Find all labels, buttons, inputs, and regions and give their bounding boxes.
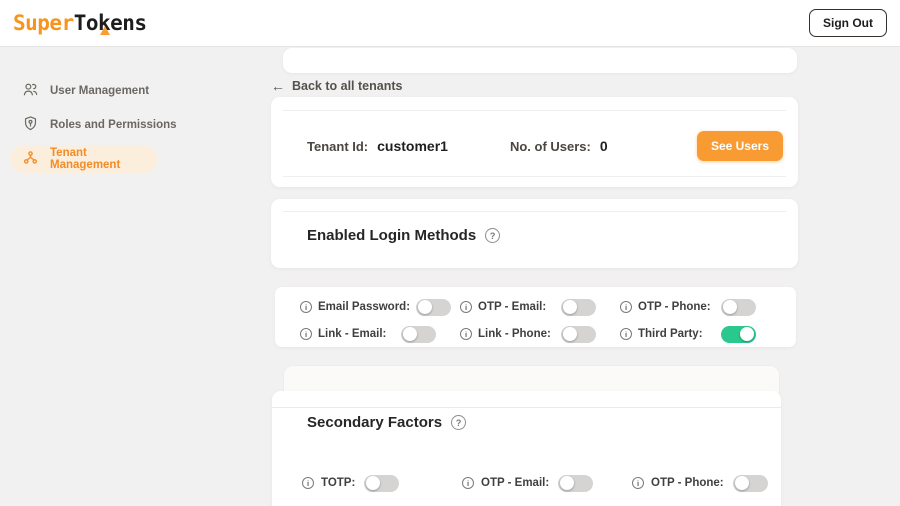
toggle-knob — [366, 476, 380, 490]
back-link-label: Back to all tenants — [292, 79, 402, 93]
link-phone-toggle[interactable] — [561, 326, 596, 343]
toggle-knob — [740, 327, 754, 341]
logo-text-super: Super — [13, 11, 74, 35]
toggle-knob — [563, 300, 577, 314]
sidebar-item-user-management[interactable]: User Management — [10, 77, 240, 105]
toggle-item-otp-email: i OTP - Email: — [460, 297, 596, 317]
sign-out-button[interactable]: Sign Out — [809, 9, 887, 37]
secondary-otp-email-toggle[interactable] — [558, 475, 593, 492]
toggle-item-totp: i TOTP: — [302, 473, 462, 493]
back-to-all-tenants-link[interactable]: ← Back to all tenants — [271, 78, 402, 94]
toggle-knob — [563, 327, 577, 341]
sitemap-icon — [22, 149, 39, 169]
sidebar-item-roles-permissions[interactable]: Roles and Permissions — [10, 111, 240, 139]
toggle-label: Third Party: — [638, 328, 703, 340]
toggle-knob — [735, 476, 749, 490]
toggle-label: OTP - Email: — [478, 301, 546, 313]
toggle-label: OTP - Email: — [481, 477, 549, 489]
login-methods-toggle-grid: i Email Password: i OTP - Email: i OTP -… — [275, 287, 796, 344]
main-content: ← Back to all tenants Tenant Id: custome… — [250, 47, 900, 506]
toggle-label: Link - Email: — [318, 328, 386, 340]
scrolled-card-strip — [283, 48, 797, 73]
toggle-item-third-party: i Third Party: — [620, 324, 756, 344]
toggle-item-otp-phone: i OTP - Phone: — [620, 297, 756, 317]
sidebar-item-label: Tenant Management — [50, 147, 146, 171]
totp-toggle[interactable] — [364, 475, 399, 492]
shield-key-icon — [22, 115, 39, 135]
otp-phone-toggle[interactable] — [721, 299, 756, 316]
toggle-label: Email Password: — [318, 301, 410, 313]
user-count-label: No. of Users: — [510, 139, 591, 154]
toggle-item-secondary-otp-email: i OTP - Email: — [462, 473, 632, 493]
toggle-item-link-email: i Link - Email: — [300, 324, 436, 344]
tenant-info-row: Tenant Id: customer1 No. of Users: 0 See… — [271, 97, 798, 187]
login-methods-toggles-card: i Email Password: i OTP - Email: i OTP -… — [275, 287, 796, 347]
toggle-label: OTP - Phone: — [651, 477, 724, 489]
third-party-toggle[interactable] — [721, 326, 756, 343]
info-icon[interactable]: i — [460, 301, 472, 313]
toggle-item-link-phone: i Link - Phone: — [460, 324, 596, 344]
supertokens-logo: SuperTokens — [13, 11, 147, 35]
user-count-field: No. of Users: 0 — [510, 138, 608, 154]
toggle-label: OTP - Phone: — [638, 301, 711, 313]
toggle-item-email-password: i Email Password: — [300, 297, 436, 317]
sidebar-item-label: User Management — [50, 85, 149, 97]
sidebar-item-label: Roles and Permissions — [50, 119, 177, 131]
back-arrow-icon: ← — [271, 78, 285, 94]
toggle-knob — [560, 476, 574, 490]
info-icon[interactable]: i — [300, 301, 312, 313]
otp-email-toggle[interactable] — [561, 299, 596, 316]
app-header: SuperTokens Sign Out — [0, 0, 900, 47]
info-icon[interactable]: i — [620, 301, 632, 313]
see-users-button[interactable]: See Users — [697, 131, 783, 161]
info-icon[interactable]: i — [302, 477, 314, 489]
logo-text-tokens: Tokens — [74, 11, 147, 35]
tenant-id-label: Tenant Id: — [307, 139, 368, 154]
info-icon[interactable]: i — [620, 328, 632, 340]
toggle-knob — [403, 327, 417, 341]
user-count-value: 0 — [600, 138, 608, 154]
secondary-factors-title-row: Secondary Factors ? — [272, 391, 781, 431]
info-icon[interactable]: i — [460, 328, 472, 340]
toggle-knob — [418, 300, 432, 314]
secondary-factors-toggle-row: i TOTP: i OTP - Email: i OTP - Phone: — [302, 473, 771, 493]
secondary-factors-card: Secondary Factors ? i TOTP: i OTP - Emai… — [272, 391, 781, 506]
info-icon[interactable]: i — [462, 477, 474, 489]
toggle-label: TOTP: — [321, 477, 355, 489]
tenant-id-value: customer1 — [377, 138, 448, 154]
secondary-factors-title: Secondary Factors — [307, 414, 442, 431]
info-icon[interactable]: i — [632, 477, 644, 489]
login-methods-title: Enabled Login Methods — [307, 227, 476, 244]
tenant-info-card: Tenant Id: customer1 No. of Users: 0 See… — [271, 97, 798, 187]
app-window: SuperTokens Sign Out User Management — [0, 0, 900, 506]
help-icon[interactable]: ? — [485, 228, 500, 243]
secondary-otp-phone-toggle[interactable] — [733, 475, 768, 492]
sidebar-item-tenant-management[interactable]: Tenant Management — [10, 145, 158, 173]
toggle-knob — [723, 300, 737, 314]
tenant-id-field: Tenant Id: customer1 — [307, 138, 448, 154]
users-icon — [22, 81, 39, 101]
email-password-toggle[interactable] — [416, 299, 451, 316]
toggle-label: Link - Phone: — [478, 328, 551, 340]
sidebar: User Management Roles and Permissions — [0, 47, 250, 506]
logo-triangle-icon — [100, 26, 110, 35]
login-methods-header-card: Enabled Login Methods ? — [271, 199, 798, 268]
info-icon[interactable]: i — [300, 328, 312, 340]
link-email-toggle[interactable] — [401, 326, 436, 343]
toggle-item-secondary-otp-phone: i OTP - Phone: — [632, 473, 771, 493]
login-methods-title-row: Enabled Login Methods ? — [271, 199, 798, 268]
help-icon[interactable]: ? — [451, 415, 466, 430]
